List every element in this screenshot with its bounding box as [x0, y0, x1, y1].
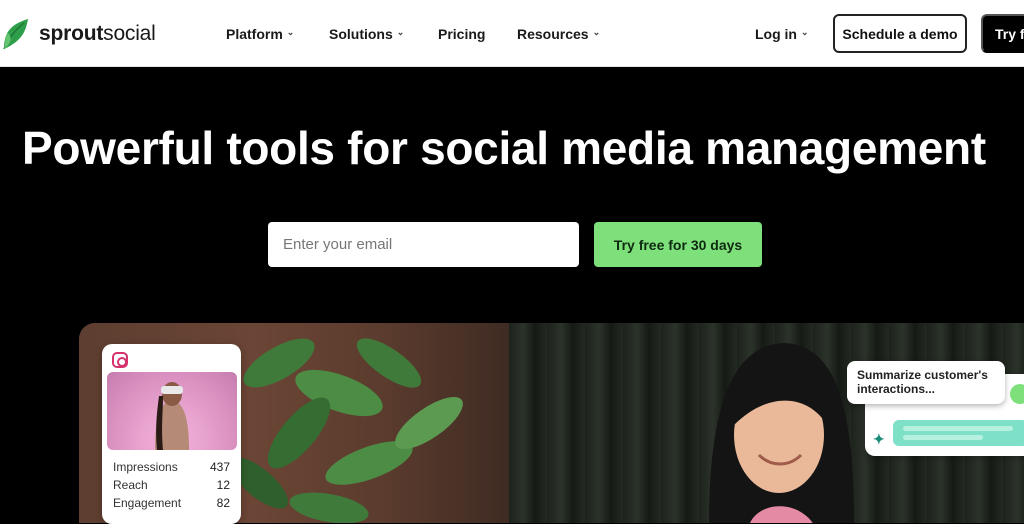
stat-label: Engagement	[113, 496, 182, 510]
login-label: Log in	[755, 25, 797, 42]
stat-row-engagement: Engagement 82	[113, 496, 230, 510]
person-photo	[709, 343, 854, 523]
nav-item-platform[interactable]: Platform ⌄	[226, 0, 294, 67]
chevron-down-icon: ⌄	[801, 27, 809, 37]
email-input[interactable]	[268, 222, 579, 267]
stat-row-reach: Reach 12	[113, 478, 230, 492]
nav-item-label: Solutions	[329, 25, 393, 42]
brand-name: sproutsocial	[39, 22, 156, 45]
nav-item-resources[interactable]: Resources ⌄	[517, 0, 600, 67]
try-free-nav-button[interactable]: Try for free	[981, 14, 1024, 53]
nav-item-label: Platform	[226, 25, 283, 42]
chevron-down-icon: ⌄	[286, 27, 295, 37]
try-free-30-days-button[interactable]: Try free for 30 days	[594, 222, 762, 267]
stat-label: Impressions	[113, 460, 178, 474]
sprout-social-logo[interactable]: sproutsocial	[2, 17, 156, 51]
sprout-leaf-icon	[3, 19, 28, 50]
hero-title: Powerful tools for social media manageme…	[22, 122, 986, 174]
stat-label: Reach	[113, 478, 148, 492]
login-link[interactable]: Log in ⌄	[755, 0, 809, 67]
nav-item-label: Pricing	[438, 25, 486, 42]
nav-item-label: Resources	[517, 25, 589, 42]
sparkle-icon: ✦	[873, 431, 885, 447]
ai-response-bubble	[893, 420, 1024, 446]
ai-prompt-bubble: Summarize customer's interactions...	[847, 361, 1005, 404]
post-thumbnail	[107, 372, 237, 450]
instagram-icon	[112, 352, 128, 368]
plant-illustration	[229, 338, 463, 523]
stat-value: 437	[209, 460, 230, 474]
top-navigation: sproutsocial Platform ⌄ Solutions ⌄ Pricin…	[0, 0, 1024, 67]
chevron-down-icon: ⌄	[592, 27, 601, 37]
status-dot	[1010, 384, 1024, 404]
stat-row-impressions: Impressions 437	[113, 460, 230, 474]
nav-item-solutions[interactable]: Solutions ⌄	[329, 0, 404, 67]
nav-item-pricing[interactable]: Pricing	[438, 0, 485, 67]
stat-value: 12	[216, 478, 230, 492]
instagram-stats-card: Impressions 437 Reach 12 Engagement 82	[102, 344, 241, 524]
stat-value: 82	[216, 496, 230, 510]
chevron-down-icon: ⌄	[396, 27, 405, 37]
schedule-demo-button[interactable]: Schedule a demo	[833, 14, 967, 53]
